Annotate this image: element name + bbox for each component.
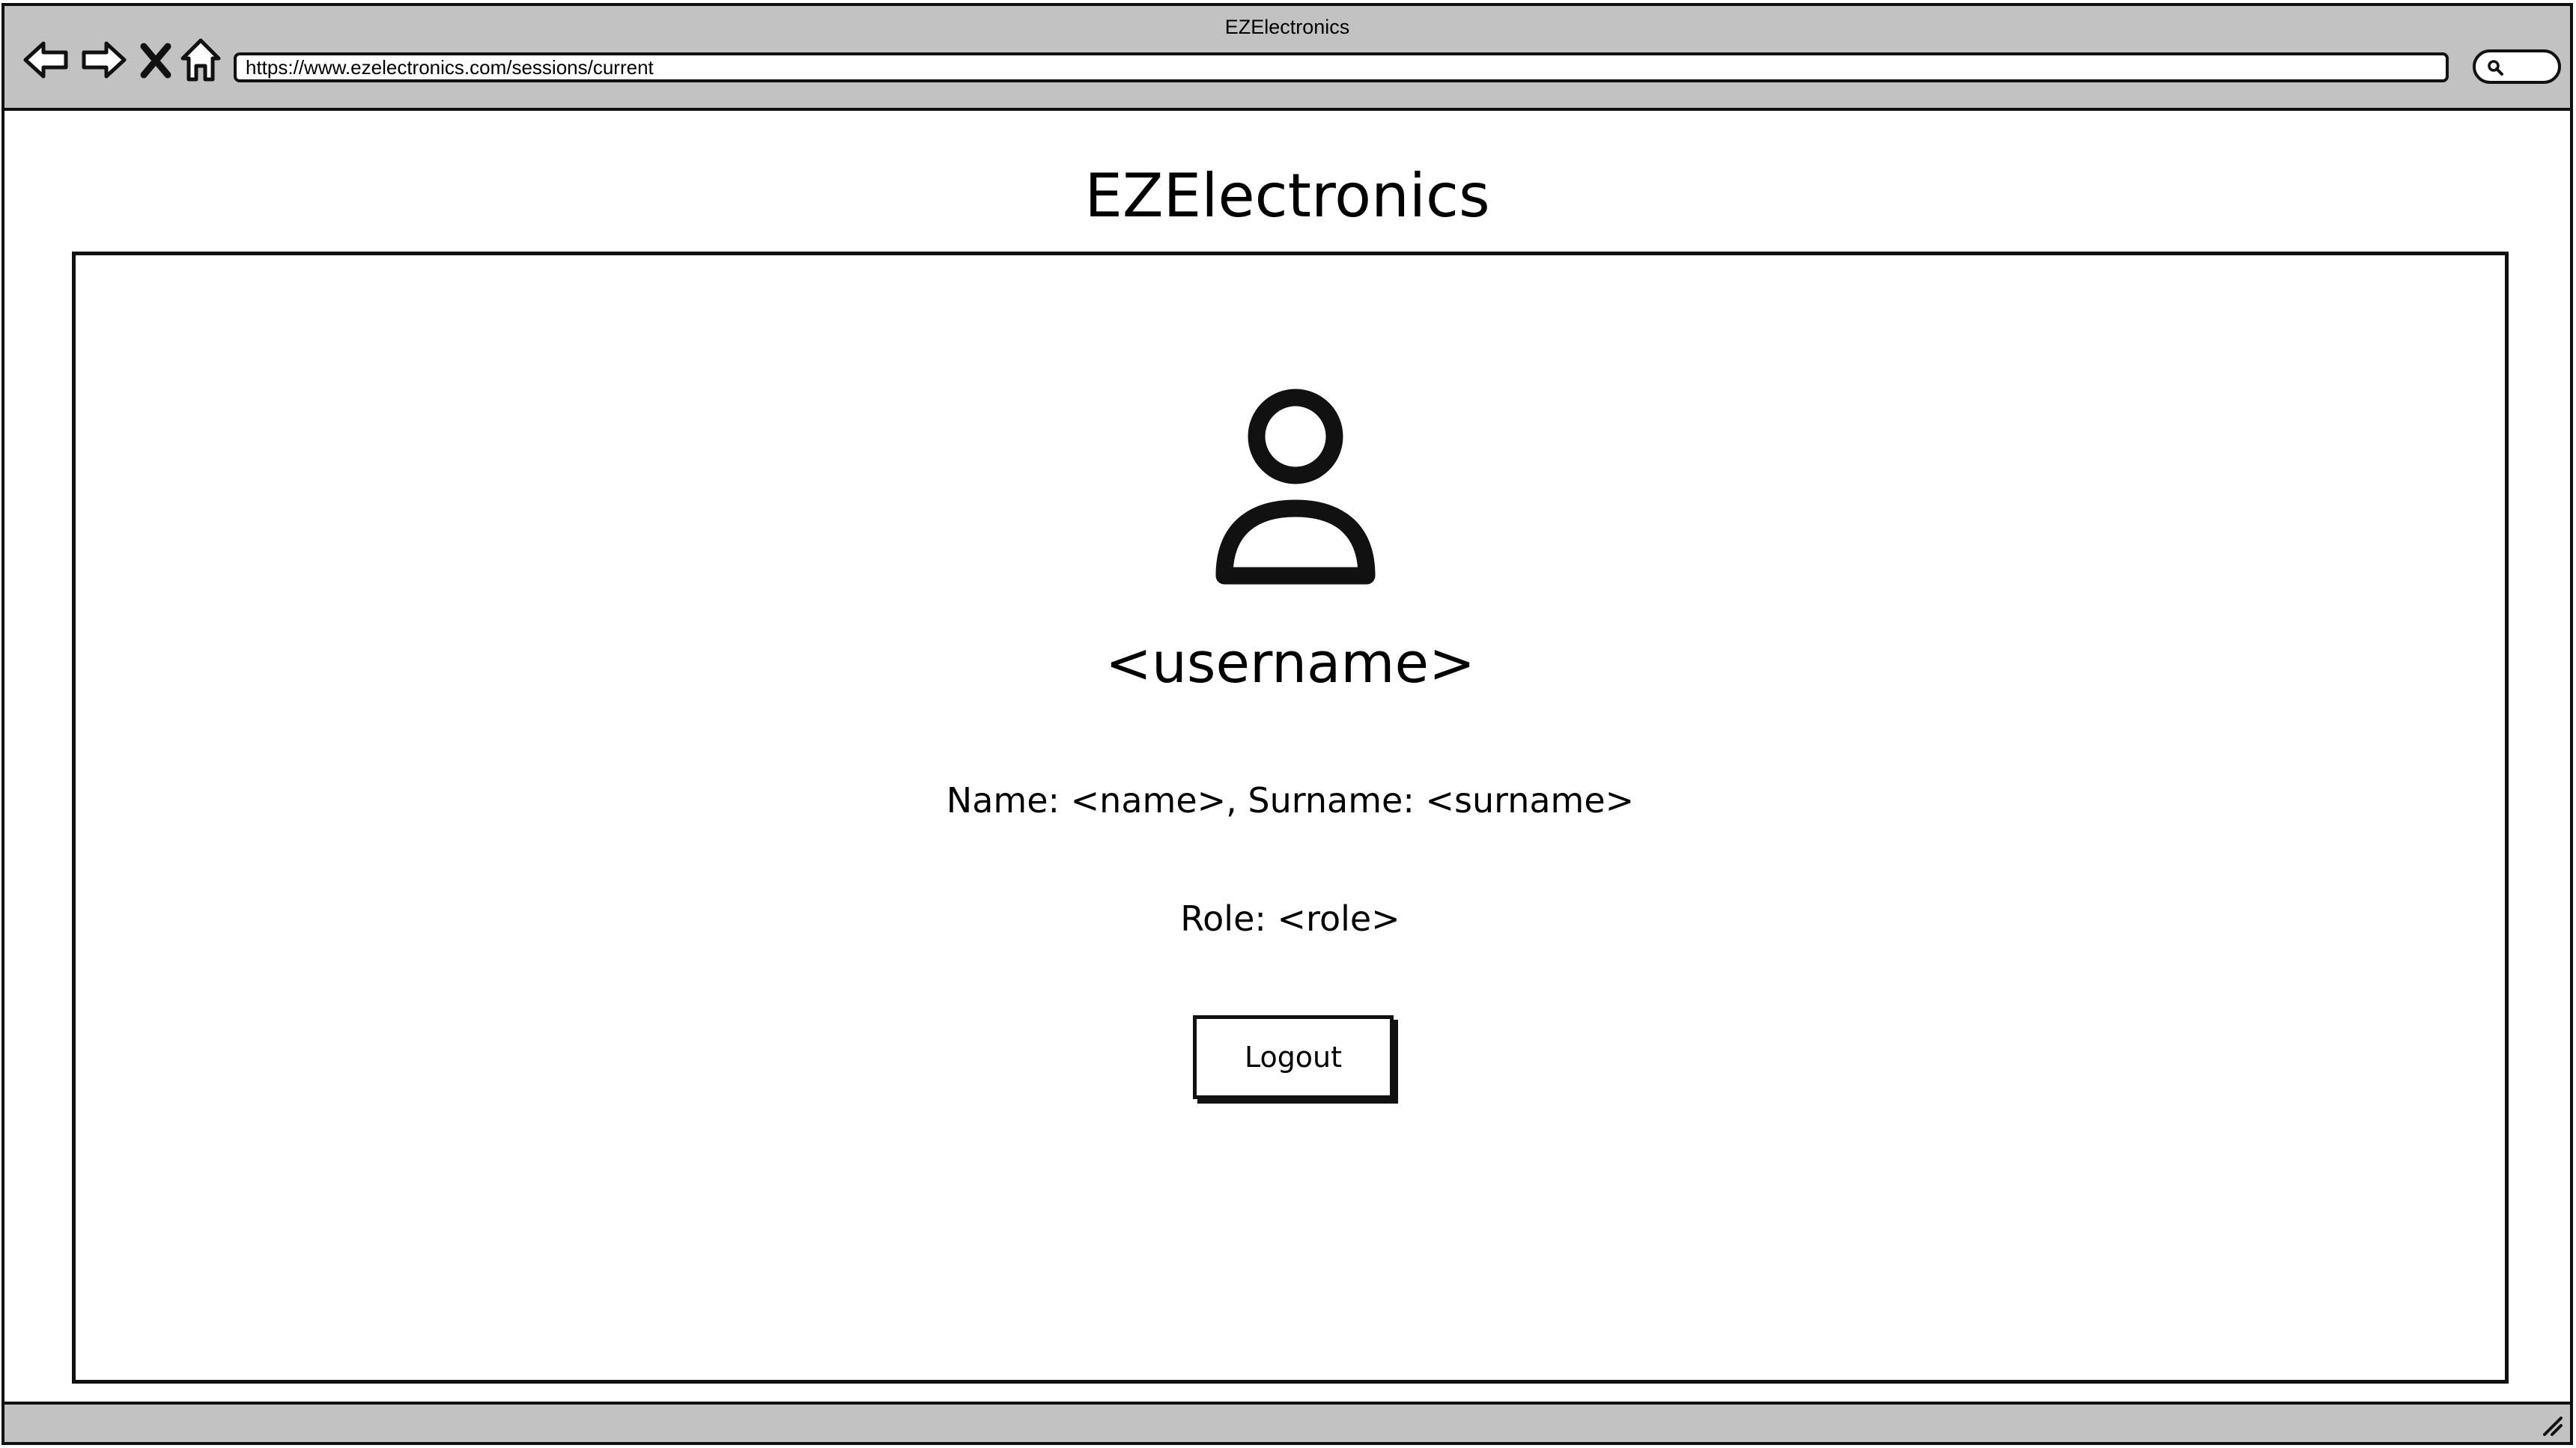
- name-surname-text: Name: <name>, Surname: <surname>: [946, 780, 1635, 821]
- page-content: EZElectronics <username> Name: <name>, S…: [4, 111, 2570, 1411]
- window-title: EZElectronics: [1224, 16, 1350, 38]
- close-icon[interactable]: [136, 36, 175, 84]
- logout-button[interactable]: Logout: [1193, 1015, 1394, 1099]
- forward-arrow-icon[interactable]: [79, 36, 127, 84]
- role-text: Role: <role>: [1180, 898, 1400, 939]
- browser-window: EZElectronics https://www.ezelectronics.…: [1, 3, 2573, 1445]
- status-bar: [4, 1402, 2570, 1442]
- search-box[interactable]: [2473, 49, 2561, 84]
- home-icon[interactable]: [180, 36, 222, 84]
- back-arrow-icon[interactable]: [22, 36, 70, 84]
- user-icon: [1209, 386, 1382, 588]
- profile-panel: <username> Name: <name>, Surname: <surna…: [72, 252, 2509, 1384]
- browser-toolbar: EZElectronics https://www.ezelectronics.…: [4, 6, 2570, 111]
- resize-grip-icon[interactable]: [2539, 1412, 2564, 1438]
- search-icon: [2488, 60, 2503, 76]
- page-title: EZElectronics: [1084, 161, 1490, 231]
- username-heading: <username>: [1105, 631, 1475, 696]
- address-bar[interactable]: https://www.ezelectronics.com/sessions/c…: [234, 52, 2449, 82]
